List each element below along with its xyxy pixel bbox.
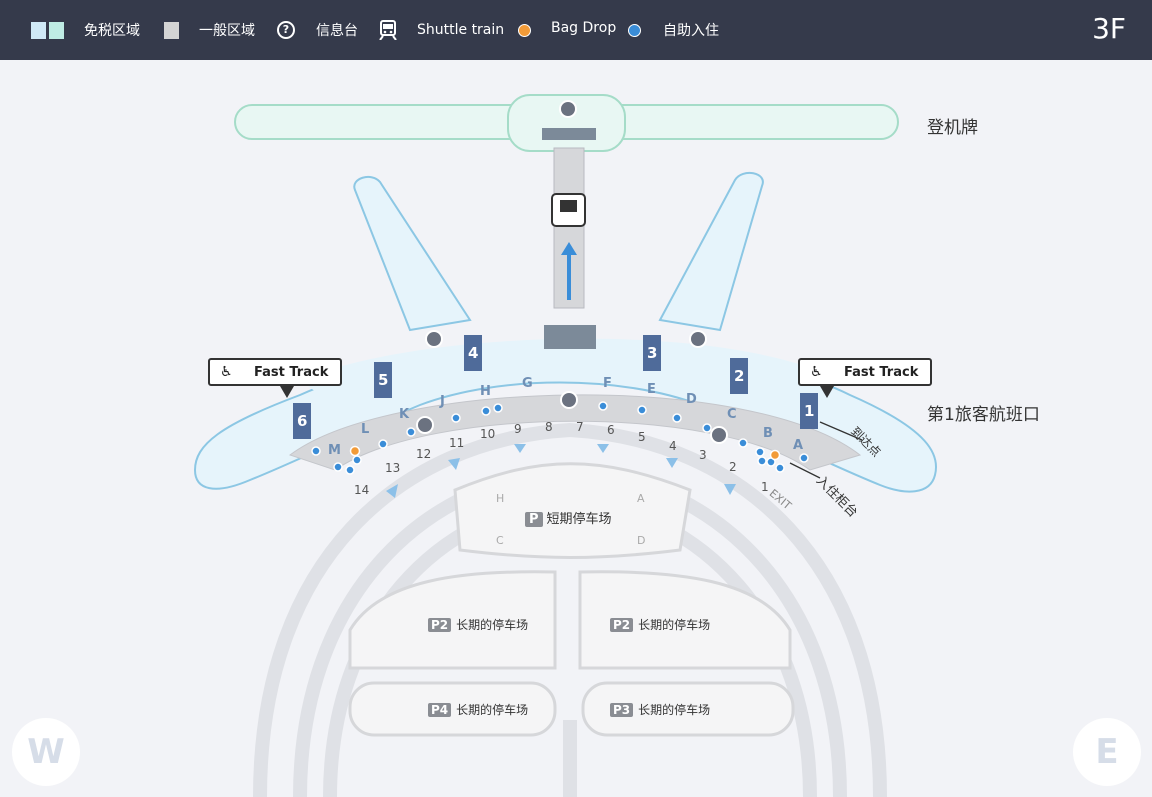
parking-badge: P2 [428, 618, 452, 632]
legend-self-checkin-label: 自助入住 [663, 23, 719, 39]
parking-badge: P3 [610, 703, 634, 717]
duty-free-swatch [31, 21, 46, 39]
fast-track-east-label: Fast Track [844, 365, 919, 380]
island-letter-a: A [793, 438, 804, 453]
legend-duty-free: 免税区域 [31, 0, 140, 60]
p3-label: P3 长期的停车场 [610, 701, 710, 718]
pillar-label-6: 6 [297, 412, 308, 430]
parking-badge: P [525, 512, 543, 527]
legend-bag-drop-label: Bag Drop [551, 20, 617, 36]
legend-duty-free-label: 免税区域 [84, 23, 140, 39]
parking-areas [348, 462, 795, 737]
pillar-label-4: 4 [468, 344, 479, 362]
island-number-11: 11 [449, 436, 465, 450]
fast-track-west-label: Fast Track [254, 365, 329, 380]
legend-bar: 免税区域 一般区域 ? 信息台 Shuttle train Bag Drop 自助… [0, 0, 1152, 60]
island-letter-e: E [647, 382, 656, 397]
legend-shuttle: Shuttle train [378, 0, 504, 60]
shuttle-map-icon [551, 193, 586, 227]
island-letter-c: C [727, 407, 737, 422]
fast-track-east: ♿ Fast Track [798, 358, 932, 398]
p2-west-label: P2 长期的停车场 [428, 616, 528, 633]
p4-text: 长期的停车场 [456, 703, 529, 717]
island-number-13: 13 [385, 461, 401, 475]
island-number-12: 12 [416, 447, 432, 461]
short-zone-d: D [637, 534, 646, 547]
terminal-map: 登机牌 第1旅客航班口 到达点 入住柜台 EXIT ♿ Fast Track ♿… [0, 60, 1152, 797]
bag-drop-dots [349, 445, 781, 461]
island-letter-g: G [522, 376, 533, 391]
island-number-10: 10 [480, 427, 496, 441]
short-zone-c: C [496, 534, 504, 547]
legend-bag-drop: Bag Drop [518, 0, 616, 60]
island-number-3: 3 [699, 448, 707, 462]
p2-east-text: 长期的停车场 [638, 618, 711, 632]
island-letter-b: B [763, 426, 773, 441]
island-letter-k: K [399, 407, 410, 422]
terminal-label: 第1旅客航班口 [927, 405, 1040, 425]
train-icon [379, 20, 397, 40]
p2-east-label: P2 长期的停车场 [610, 616, 710, 633]
p4-label: P4 长期的停车场 [428, 701, 528, 718]
p2-west-text: 长期的停车场 [456, 618, 529, 632]
legend-info: ? 信息台 [277, 0, 358, 60]
legend-general-label: 一般区域 [199, 23, 255, 39]
island-letter-h: H [480, 384, 491, 399]
p3-text: 长期的停车场 [638, 703, 711, 717]
compass-west: W [12, 718, 80, 786]
pillar-label-1: 1 [804, 402, 815, 420]
legend-shuttle-label: Shuttle train [417, 22, 505, 38]
general-swatch [164, 21, 179, 39]
fast-track-west-pointer [280, 386, 294, 398]
fast-track-west: ♿ Fast Track [208, 358, 342, 398]
pillar-label-3: 3 [647, 344, 658, 362]
island-number-2: 2 [729, 460, 737, 474]
boarding-label: 登机牌 [927, 118, 978, 138]
island-number-9: 9 [514, 422, 522, 436]
pillar-label-2: 2 [734, 367, 745, 385]
wheelchair-icon: ♿ [810, 364, 823, 380]
fast-track-east-pointer [820, 386, 834, 398]
island-number-5: 5 [638, 430, 646, 444]
floor-indicator: 3F [1092, 12, 1126, 45]
island-letter-m: M [328, 443, 341, 458]
wheelchair-icon: ♿ [220, 364, 233, 380]
duty-free-swatch-2 [49, 21, 64, 39]
short-parking-text: 短期停车场 [546, 512, 612, 527]
legend-self-checkin: 自助入住 [628, 0, 719, 60]
short-zone-a: A [637, 492, 645, 505]
legend-general: 一般区域 [164, 0, 255, 60]
island-number-8: 8 [545, 420, 553, 434]
compass-east: E [1073, 718, 1141, 786]
island-letter-d: D [686, 392, 697, 407]
bag-drop-dot [518, 23, 531, 37]
island-letter-j: J [440, 394, 445, 409]
island-letter-f: F [603, 376, 612, 391]
island-number-1: 1 [761, 480, 769, 494]
pillar-label-5: 5 [378, 371, 389, 389]
island-number-6: 6 [607, 423, 615, 437]
parking-badge: P4 [428, 703, 452, 717]
short-zone-h: H [496, 492, 505, 505]
island-letter-l: L [361, 422, 370, 437]
island-number-7: 7 [576, 420, 584, 434]
legend-info-label: 信息台 [316, 23, 358, 39]
island-number-4: 4 [669, 439, 677, 453]
parking-badge: P2 [610, 618, 634, 632]
self-checkin-dot [628, 23, 641, 37]
island-number-14: 14 [354, 483, 370, 497]
short-parking-label: P 短期停车场 [525, 508, 612, 527]
info-icon: ? [277, 21, 295, 39]
